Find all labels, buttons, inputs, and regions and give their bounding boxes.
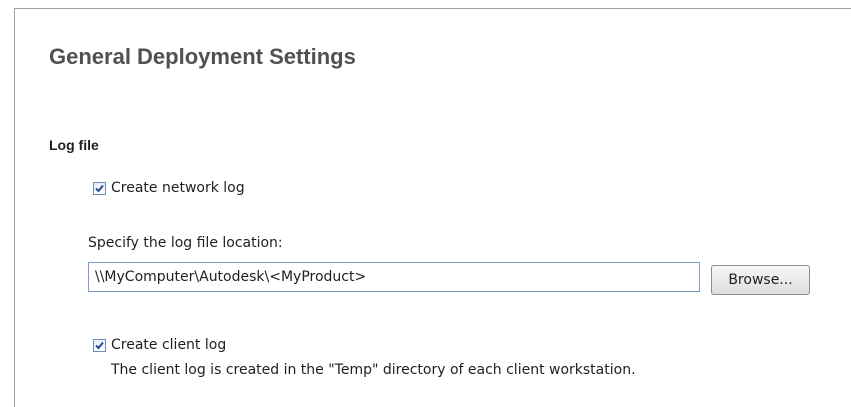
network-log-checkbox[interactable] [93,181,106,195]
log-location-label: Specify the log file location: [88,235,283,251]
log-location-input[interactable] [88,262,700,292]
page-title: General Deployment Settings [49,44,356,69]
network-log-checkbox-row[interactable]: Create network log [93,180,245,196]
checkmark-icon [95,184,104,192]
client-log-description: The client log is created in the "Temp" … [111,362,636,378]
panel-left-border [14,8,15,407]
panel-top-border [14,8,851,9]
client-log-checkbox[interactable] [93,338,106,352]
network-log-label: Create network log [111,180,245,196]
client-log-checkbox-row[interactable]: Create client log [93,337,226,353]
deployment-settings-panel: General Deployment Settings Log file Cre… [0,0,851,407]
client-log-label: Create client log [111,337,227,353]
checkmark-icon [95,341,104,349]
log-file-section-title: Log file [49,137,99,153]
browse-button[interactable]: Browse... [711,265,810,295]
